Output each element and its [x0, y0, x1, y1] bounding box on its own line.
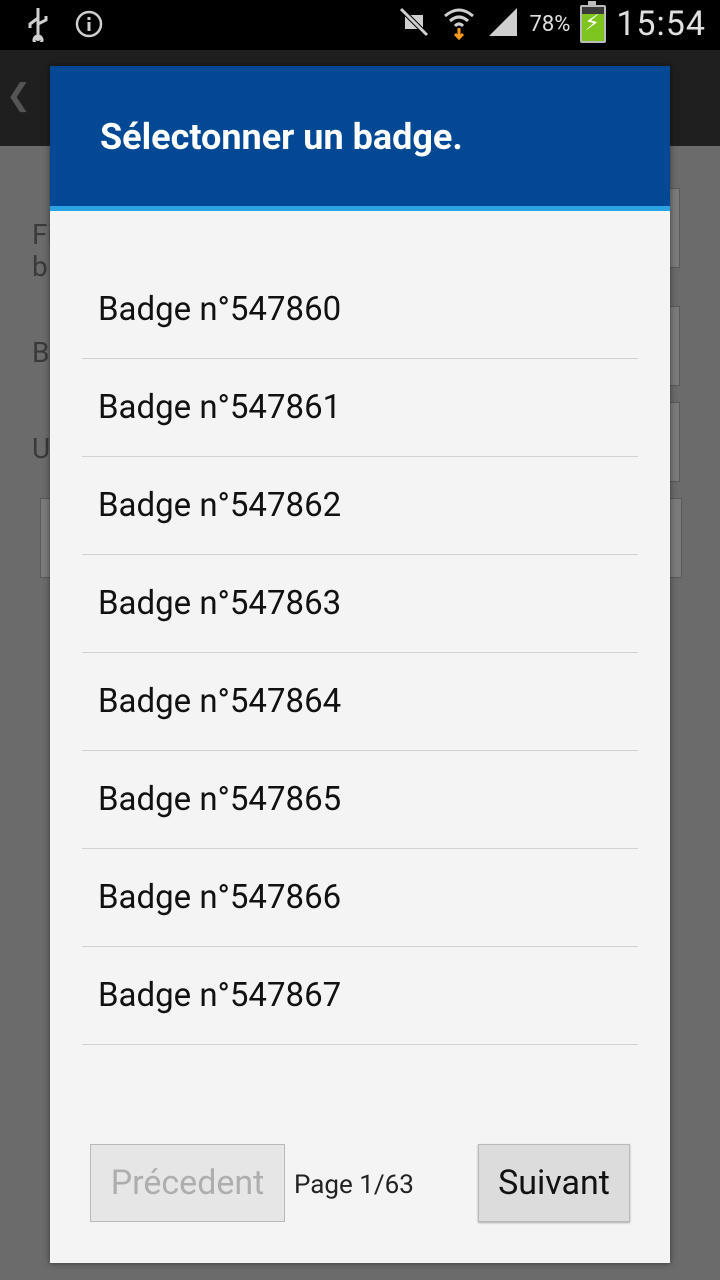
battery-percent: 78%: [529, 11, 571, 37]
signal-icon: [487, 6, 519, 42]
battery-charging-icon: ⚡: [580, 1, 607, 43]
list-item-label: Badge n°547866: [98, 878, 342, 917]
info-icon: [74, 9, 104, 43]
badge-select-dialog: Sélectonner un badge. Badge n°547860 Bad…: [50, 66, 670, 1263]
clock: 15:54: [616, 4, 706, 44]
usb-icon: [24, 6, 52, 46]
background-label: B: [32, 336, 50, 369]
list-item[interactable]: Badge n°547864: [82, 653, 638, 751]
background-label: b: [32, 250, 48, 283]
dialog-header: Sélectonner un badge.: [50, 66, 670, 211]
background-label: U: [32, 432, 51, 465]
next-button[interactable]: Suivant: [478, 1144, 630, 1222]
previous-button[interactable]: Précedent: [90, 1144, 285, 1222]
list-item-label: Badge n°547862: [98, 486, 342, 525]
list-item-label: Badge n°547865: [98, 780, 342, 819]
list-item[interactable]: Badge n°547861: [82, 359, 638, 457]
list-item[interactable]: Badge n°547860: [82, 261, 638, 359]
list-item[interactable]: Badge n°547866: [82, 849, 638, 947]
list-item[interactable]: Badge n°547862: [82, 457, 638, 555]
list-item-label: Badge n°547864: [98, 682, 342, 721]
back-icon: ❮: [6, 78, 32, 113]
list-item-label: Badge n°547867: [98, 976, 342, 1015]
pager: Précedent Page 1/63 Suivant: [90, 1144, 630, 1224]
mute-icon: [397, 5, 431, 43]
list-item-label: Badge n°547863: [98, 584, 342, 623]
badge-list: Badge n°547860 Badge n°547861 Badge n°54…: [82, 261, 638, 1045]
list-item-label: Badge n°547861: [98, 388, 342, 427]
list-item[interactable]: Badge n°547863: [82, 555, 638, 653]
dialog-title: Sélectonner un badge.: [100, 116, 463, 158]
list-item[interactable]: Badge n°547865: [82, 751, 638, 849]
wifi-icon: [441, 4, 477, 44]
list-item[interactable]: Badge n°547867: [82, 947, 638, 1045]
list-item-label: Badge n°547860: [98, 290, 342, 329]
status-bar: 78% ⚡ 15:54: [0, 0, 720, 50]
page-indicator: Page 1/63: [294, 1170, 414, 1200]
